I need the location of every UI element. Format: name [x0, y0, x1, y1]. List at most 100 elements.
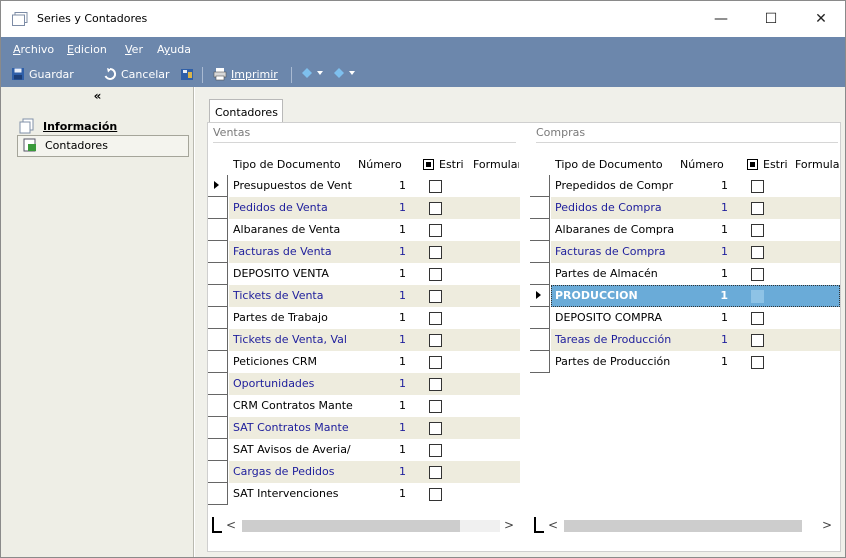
row-selector[interactable] [530, 307, 550, 329]
table-row[interactable]: Tickets de Venta 1 [208, 285, 520, 307]
row-selector[interactable] [208, 285, 228, 307]
row-selector[interactable] [530, 175, 550, 197]
row-selector[interactable] [530, 197, 550, 219]
table-row[interactable]: Partes de Trabajo 1 [208, 307, 520, 329]
row-selector[interactable] [208, 439, 228, 461]
menu-edicion[interactable]: Edicion [67, 43, 107, 56]
row-checkbox[interactable] [429, 246, 442, 259]
row-checkbox[interactable] [751, 356, 764, 369]
row-checkbox[interactable] [751, 180, 764, 193]
scrollbar-thumb[interactable] [242, 520, 460, 532]
row-checkbox[interactable] [429, 290, 442, 303]
row-selector[interactable] [208, 461, 228, 483]
row-checkbox[interactable] [429, 356, 442, 369]
row-checkbox[interactable] [429, 334, 442, 347]
row-checkbox[interactable] [429, 400, 442, 413]
row-checkbox[interactable] [751, 290, 764, 303]
table-row[interactable]: CRM Contratos Mante 1 [208, 395, 520, 417]
table-row[interactable]: Pedidos de Venta 1 [208, 197, 520, 219]
maximize-button[interactable]: ☐ [751, 7, 791, 31]
row-checkbox[interactable] [429, 378, 442, 391]
table-row[interactable]: Tickets de Venta, Val 1 [208, 329, 520, 351]
scroll-left-button[interactable]: < [224, 518, 238, 532]
row-selector[interactable] [530, 285, 550, 307]
table-row[interactable]: Facturas de Compra 1 [530, 241, 840, 263]
tab-contadores[interactable]: Contadores [209, 99, 283, 123]
table-row[interactable]: SAT Intervenciones 1 [208, 483, 520, 505]
row-checkbox[interactable] [429, 312, 442, 325]
table-row[interactable]: Pedidos de Compra 1 [530, 197, 840, 219]
row-checkbox[interactable] [429, 180, 442, 193]
row-selector[interactable] [530, 263, 550, 285]
row-checkbox[interactable] [429, 268, 442, 281]
row-selector[interactable] [208, 395, 228, 417]
row-selector[interactable] [208, 373, 228, 395]
row-selector[interactable] [208, 197, 228, 219]
minimize-button[interactable]: — [701, 7, 741, 31]
scrollbar-track[interactable] [460, 520, 500, 532]
table-row[interactable]: DEPOSITO VENTA 1 [208, 263, 520, 285]
table-row[interactable]: Albaranes de Venta 1 [208, 219, 520, 241]
row-checkbox[interactable] [429, 224, 442, 237]
row-selector[interactable] [208, 483, 228, 505]
row-checkbox[interactable] [429, 444, 442, 457]
row-checkbox[interactable] [751, 312, 764, 325]
scroll-right-button[interactable]: > [502, 518, 516, 532]
column-header-checkbox[interactable] [423, 159, 434, 170]
collapse-panel-button[interactable]: « [1, 89, 194, 103]
column-header-checkbox[interactable] [747, 159, 758, 170]
save-button[interactable]: Guardar [11, 67, 74, 81]
scrollbar-thumb[interactable] [564, 520, 802, 532]
menu-ayuda[interactable]: Ayuda [157, 43, 191, 56]
table-row[interactable]: SAT Contratos Mante 1 [208, 417, 520, 439]
sidebar-item-informacion[interactable]: Información [19, 118, 117, 134]
table-row[interactable]: Albaranes de Compra 1 [530, 219, 840, 241]
row-selector[interactable] [530, 241, 550, 263]
ventas-horizontal-scrollbar[interactable]: < > [208, 517, 523, 535]
row-checkbox[interactable] [751, 246, 764, 259]
print-button[interactable]: Imprimir [213, 67, 278, 81]
scroll-right-button[interactable]: > [820, 518, 834, 532]
row-checkbox[interactable] [429, 488, 442, 501]
row-checkbox[interactable] [751, 334, 764, 347]
table-row[interactable]: Facturas de Venta 1 [208, 241, 520, 263]
row-checkbox[interactable] [429, 202, 442, 215]
row-selector[interactable] [208, 175, 228, 197]
table-row[interactable]: Partes de Producción 1 [530, 351, 840, 373]
row-checkbox[interactable] [751, 268, 764, 281]
row-checkbox[interactable] [429, 422, 442, 435]
navigate-forward-dropdown-button[interactable] [333, 67, 355, 79]
table-row[interactable]: Oportunidades 1 [208, 373, 520, 395]
table-row-selected[interactable]: PRODUCCION 1 [530, 285, 840, 307]
row-checkbox[interactable] [751, 202, 764, 215]
table-row[interactable]: DEPOSITO COMPRA 1 [530, 307, 840, 329]
table-row[interactable]: SAT Avisos de Averia/1 [208, 439, 520, 461]
table-row[interactable]: Prepedidos de Compr 1 [530, 175, 840, 197]
table-row[interactable]: Partes de Almacén 1 [530, 263, 840, 285]
scroll-left-button[interactable]: < [546, 518, 560, 532]
row-selector[interactable] [530, 219, 550, 241]
row-checkbox[interactable] [751, 224, 764, 237]
navigate-dropdown-button[interactable] [301, 67, 323, 79]
cancel-button[interactable]: Cancelar [103, 67, 170, 81]
row-selector[interactable] [208, 329, 228, 351]
menu-archivo[interactable]: Archivo [13, 43, 54, 56]
row-selector[interactable] [208, 241, 228, 263]
close-button[interactable]: ✕ [801, 7, 841, 31]
menu-ver[interactable]: Ver [125, 43, 143, 56]
table-row[interactable]: Presupuestos de Vent 1 [208, 175, 520, 197]
row-selector[interactable] [208, 307, 228, 329]
row-selector[interactable] [208, 417, 228, 439]
row-selector[interactable] [208, 263, 228, 285]
row-selector[interactable] [208, 351, 228, 373]
row-checkbox[interactable] [429, 466, 442, 479]
table-row[interactable]: Cargas de Pedidos 1 [208, 461, 520, 483]
row-selector[interactable] [530, 329, 550, 351]
row-selector[interactable] [530, 351, 550, 373]
row-selector[interactable] [208, 219, 228, 241]
compras-horizontal-scrollbar[interactable]: < > [530, 517, 840, 535]
table-row[interactable]: Tareas de Producción 1 [530, 329, 840, 351]
sidebar-item-contadores[interactable]: Contadores [23, 138, 108, 152]
table-row[interactable]: Peticiones CRM 1 [208, 351, 520, 373]
save-copy-button[interactable] [180, 67, 194, 81]
